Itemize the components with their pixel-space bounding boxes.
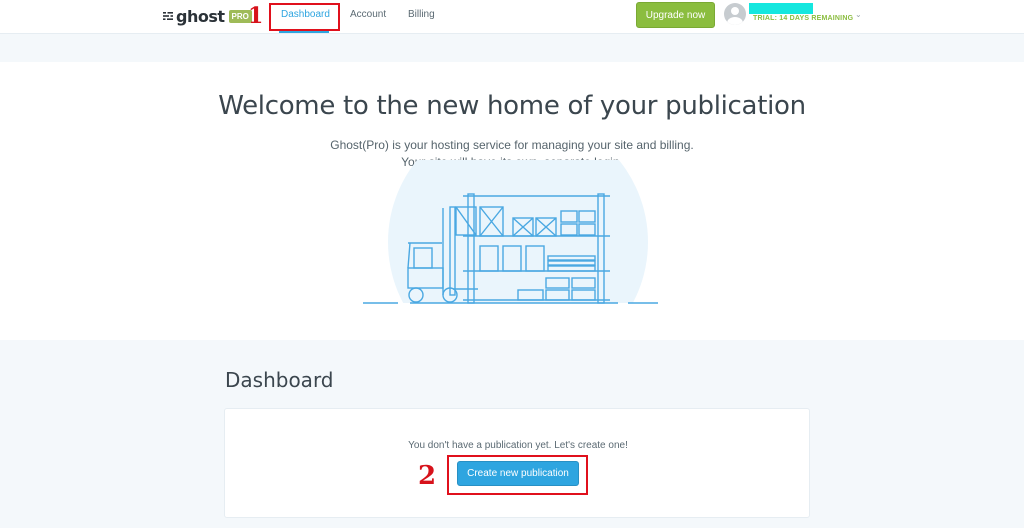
avatar-icon[interactable] bbox=[724, 3, 746, 25]
trial-status: TRIAL: 14 DAYS REMAINING bbox=[753, 15, 854, 22]
annotation-number-1: 1 bbox=[248, 3, 264, 29]
warehouse-illustration bbox=[363, 160, 658, 304]
redacted-user-name bbox=[749, 3, 813, 14]
hero-subtitle-line-1: Ghost(Pro) is your hosting service for m… bbox=[330, 138, 694, 152]
nav-billing[interactable]: Billing bbox=[408, 9, 435, 20]
hero-title: Welcome to the new home of your publicat… bbox=[218, 91, 806, 121]
ghost-logo[interactable]: ghost PRO bbox=[163, 6, 252, 26]
empty-state-message: You don't have a publication yet. Let's … bbox=[408, 440, 628, 451]
annotation-box-1 bbox=[269, 3, 340, 31]
chevron-down-icon[interactable]: ⌄ bbox=[855, 10, 862, 19]
ghost-logo-icon bbox=[163, 12, 173, 20]
nav-account[interactable]: Account bbox=[350, 9, 386, 20]
annotation-number-2: 2 bbox=[418, 461, 437, 491]
logo-text: ghost bbox=[176, 6, 225, 26]
dashboard-heading: Dashboard bbox=[225, 368, 334, 392]
active-tab-indicator bbox=[279, 31, 329, 33]
annotation-box-2 bbox=[447, 455, 588, 495]
upgrade-now-button[interactable]: Upgrade now bbox=[636, 2, 715, 28]
top-nav-bar: ghost PRO Dashboard Account Billing Upgr… bbox=[0, 0, 1024, 34]
